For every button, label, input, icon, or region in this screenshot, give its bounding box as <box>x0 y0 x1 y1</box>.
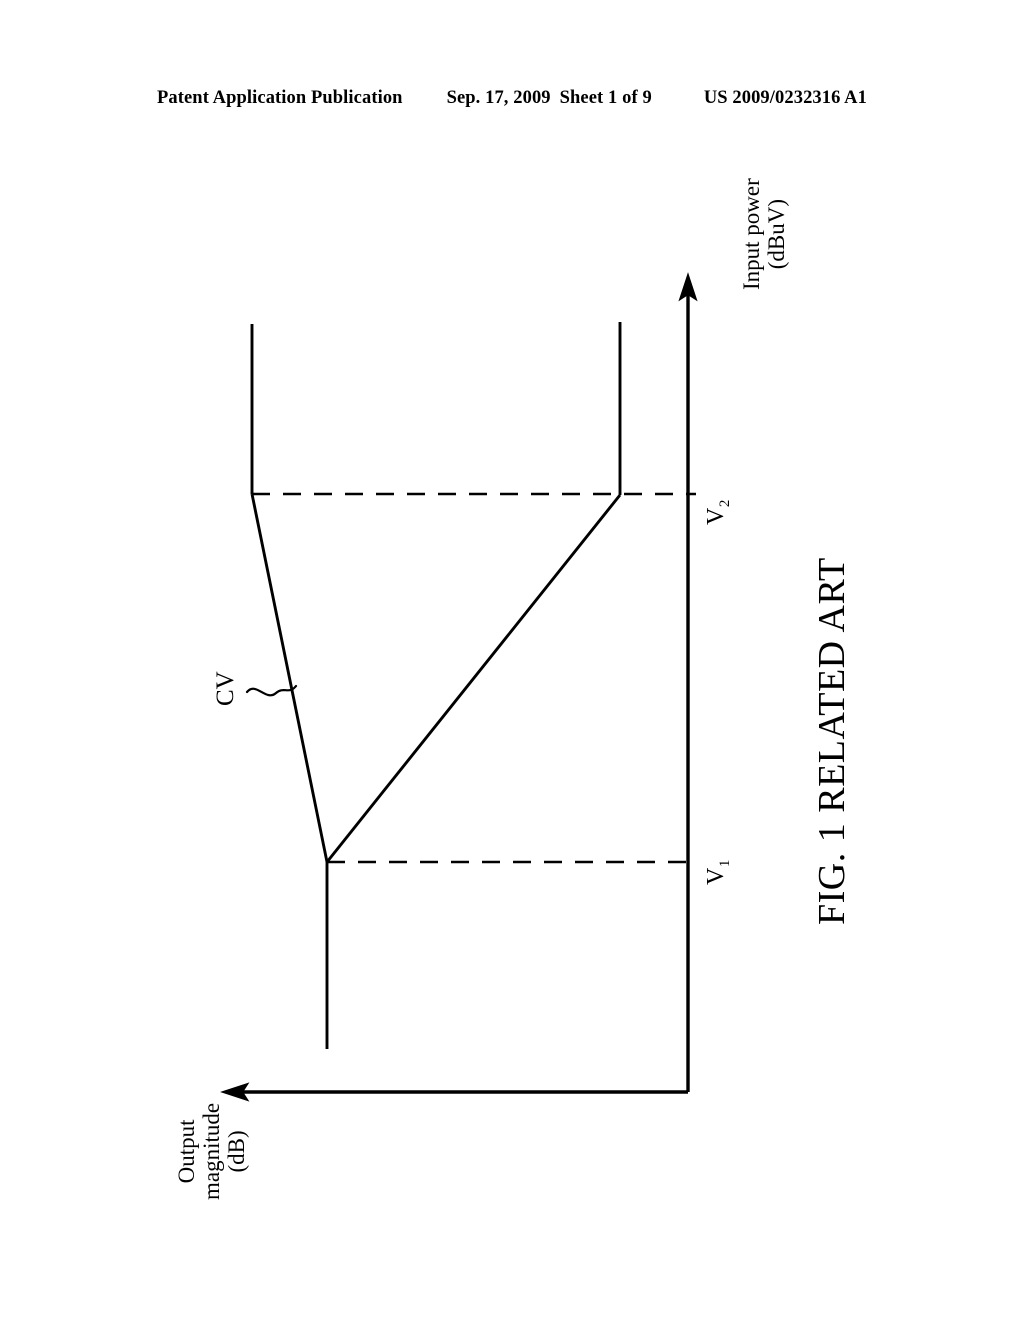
tick-label-v1-subscript: 1 <box>716 859 733 868</box>
x-axis-label: Input power (dBuV) <box>739 178 790 290</box>
tick-label-v2-base: V <box>703 507 729 525</box>
figure-drawing <box>220 272 698 1102</box>
y-axis-label-line2: magnitude <box>198 1102 224 1200</box>
tick-label-v2-subscript: 2 <box>716 499 733 508</box>
figure-caption: FIG. 1 RELATED ART <box>811 557 853 925</box>
input-power-axis <box>678 272 698 1092</box>
x-axis-label-line1: Input power <box>739 178 764 290</box>
tick-label-v1-base: V <box>703 867 729 885</box>
x-axis-label-line2: (dBuV) <box>763 198 789 270</box>
curve-label-cv: CV <box>212 671 239 706</box>
output-magnitude-axis <box>220 1082 688 1102</box>
tick-label-v1: V1 <box>703 860 734 885</box>
patent-figure: Input power (dBuV) Output magnitude (dB)… <box>0 0 1024 1320</box>
curve-cv <box>325 322 622 1049</box>
curve-cv-upper-branch <box>250 324 329 863</box>
tick-label-v2: V2 <box>703 500 734 525</box>
y-axis-label-line3: (dB) <box>223 1130 249 1173</box>
y-axis-label: Output magnitude (dB) <box>174 1102 249 1200</box>
cv-leader-squiggle <box>245 684 298 697</box>
y-axis-label-line1: Output <box>174 1119 199 1184</box>
